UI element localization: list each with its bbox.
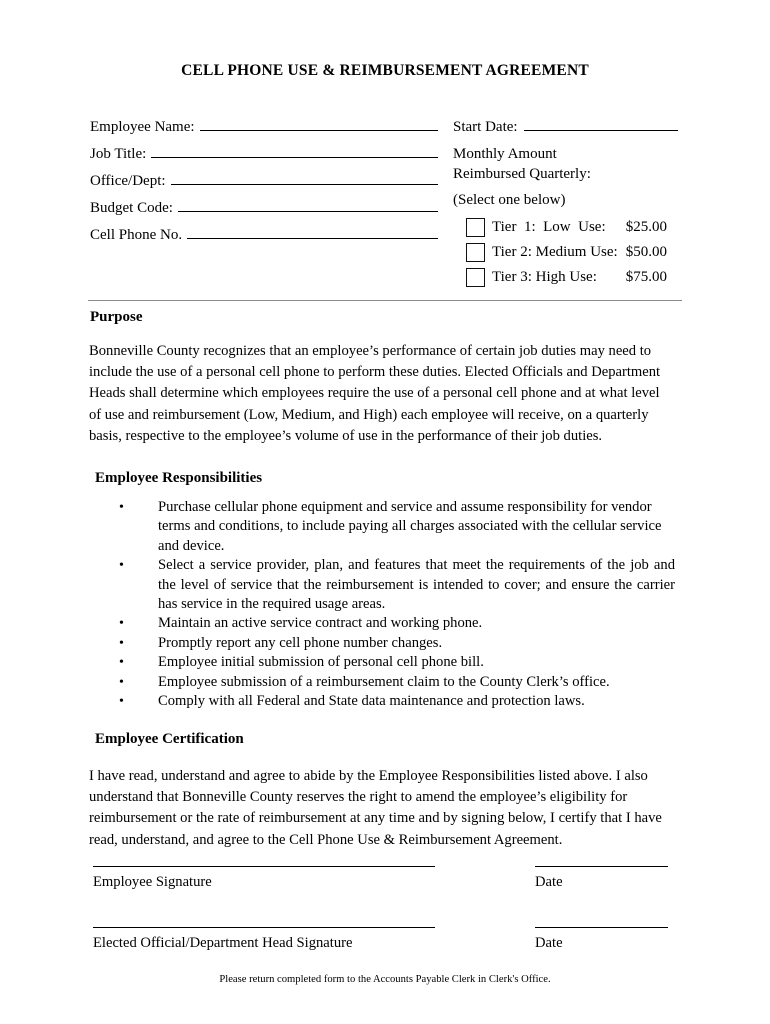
tier-option-2[interactable]: Tier 2: Medium Use: $50.00 xyxy=(453,240,678,265)
field-input-start-date[interactable] xyxy=(523,117,678,131)
heading-employee-certification: Employee Certification xyxy=(95,731,244,747)
field-input-employee-name[interactable] xyxy=(199,117,438,131)
field-budget-code[interactable]: Budget Code: xyxy=(90,198,438,225)
tier-1-amount: $25.00 xyxy=(625,219,667,235)
list-item: • Employee submission of a reimbursement… xyxy=(89,673,675,692)
bullet-icon: • xyxy=(119,616,124,632)
official-signature-block[interactable]: Elected Official/Department Head Signatu… xyxy=(93,927,435,952)
field-label-budget-code: Budget Code: xyxy=(90,200,173,216)
tier-1-label: Tier 1: Low Use: xyxy=(492,219,606,235)
form-fields-left: Employee Name: Job Title: Office/Dept: B… xyxy=(90,117,438,252)
list-item: • Select a service provider, plan, and f… xyxy=(89,556,675,614)
bullet-icon: • xyxy=(119,694,124,710)
employee-date-block[interactable]: Date xyxy=(535,866,668,891)
field-input-job-title[interactable] xyxy=(151,144,438,158)
list-item: • Purchase cellular phone equipment and … xyxy=(89,498,675,556)
checkbox-tier-2[interactable] xyxy=(466,243,485,262)
official-date-block[interactable]: Date xyxy=(535,927,668,952)
list-item: • Employee initial submission of persona… xyxy=(89,653,675,672)
list-item-text: Employee submission of a reimbursement c… xyxy=(158,673,610,690)
tier-3-label: Tier 3: High Use: xyxy=(492,269,597,285)
list-item-text: Employee initial submission of personal … xyxy=(158,654,484,671)
bullet-icon: • xyxy=(119,674,124,690)
tier-3-amount: $75.00 xyxy=(625,269,667,285)
list-item-text: Select a service provider, plan, and fea… xyxy=(158,557,675,613)
field-label-job-title: Job Title: xyxy=(90,146,147,162)
bullet-icon: • xyxy=(119,655,124,671)
field-input-budget-code[interactable] xyxy=(177,198,438,212)
bullet-icon: • xyxy=(119,635,124,651)
employee-signature-block[interactable]: Employee Signature xyxy=(93,866,435,891)
employee-date-line[interactable] xyxy=(535,866,668,867)
employee-signature-line[interactable] xyxy=(93,866,435,867)
tier-2-text: Tier 2: Medium Use: $50.00 xyxy=(492,244,667,261)
tier-1-text: Tier 1: Low Use: $25.00 xyxy=(492,219,667,236)
section-divider xyxy=(88,300,682,301)
footer-instruction: Please return completed form to the Acco… xyxy=(219,974,551,985)
employee-date-label: Date xyxy=(535,874,563,890)
official-signature-line[interactable] xyxy=(93,927,435,928)
form-fields-right: Start Date: Monthly Amount Reimbursed Qu… xyxy=(453,117,678,290)
tier-2-amount: $50.00 xyxy=(625,244,667,260)
paragraph-purpose: Bonneville County recognizes that an emp… xyxy=(89,343,661,444)
tier-option-1[interactable]: Tier 1: Low Use: $25.00 xyxy=(453,215,678,240)
list-item: • Promptly report any cell phone number … xyxy=(89,634,675,653)
heading-purpose: Purpose xyxy=(90,309,143,325)
list-item-text: Maintain an active service contract and … xyxy=(158,615,483,632)
bullet-icon: • xyxy=(119,500,124,515)
field-label-employee-name: Employee Name: xyxy=(90,119,195,135)
list-item: • Maintain an active service contract an… xyxy=(89,614,675,633)
select-one-instruction: (Select one below) xyxy=(453,192,566,208)
bullet-icon: • xyxy=(119,558,124,574)
field-cell-phone-no[interactable]: Cell Phone No. xyxy=(90,225,438,252)
field-label-office-dept: Office/Dept: xyxy=(90,173,166,189)
heading-employee-responsibilities: Employee Responsibilities xyxy=(95,470,263,486)
list-item-text: Promptly report any cell phone number ch… xyxy=(158,634,443,651)
field-start-date[interactable]: Start Date: xyxy=(453,117,678,144)
tier-3-text: Tier 3: High Use: $75.00 xyxy=(492,269,667,286)
list-item-text: Comply with all Federal and State data m… xyxy=(158,693,585,710)
official-date-line[interactable] xyxy=(535,927,668,928)
tier-option-3[interactable]: Tier 3: High Use: $75.00 xyxy=(453,265,678,290)
field-input-cell-phone-no[interactable] xyxy=(187,225,438,239)
monthly-amount-label-line2: Reimbursed Quarterly: xyxy=(453,166,591,182)
tier-options-group: Tier 1: Low Use: $25.00 Tier 2: Medium U… xyxy=(453,215,678,290)
list-item-text: Purchase cellular phone equipment and se… xyxy=(158,499,662,554)
page-title: CELL PHONE USE & REIMBURSEMENT AGREEMENT xyxy=(181,62,589,79)
field-input-office-dept[interactable] xyxy=(170,171,438,185)
list-item: • Comply with all Federal and State data… xyxy=(89,692,675,711)
monthly-amount-label-line1: Monthly Amount xyxy=(453,146,557,162)
field-office-dept[interactable]: Office/Dept: xyxy=(90,171,438,198)
paragraph-certification: I have read, understand and agree to abi… xyxy=(89,768,662,848)
field-employee-name[interactable]: Employee Name: xyxy=(90,117,438,144)
official-date-label: Date xyxy=(535,935,563,951)
official-signature-label: Elected Official/Department Head Signatu… xyxy=(93,935,353,951)
field-label-start-date: Start Date: xyxy=(453,119,518,135)
field-job-title[interactable]: Job Title: xyxy=(90,144,438,171)
checkbox-tier-3[interactable] xyxy=(466,268,485,287)
responsibilities-list: • Purchase cellular phone equipment and … xyxy=(89,498,675,711)
field-label-cell-phone-no: Cell Phone No. xyxy=(90,227,183,243)
tier-2-label: Tier 2: Medium Use: xyxy=(492,244,618,260)
checkbox-tier-1[interactable] xyxy=(466,218,485,237)
employee-signature-label: Employee Signature xyxy=(93,874,212,890)
document-page: CELL PHONE USE & REIMBURSEMENT AGREEMENT… xyxy=(0,0,770,1024)
